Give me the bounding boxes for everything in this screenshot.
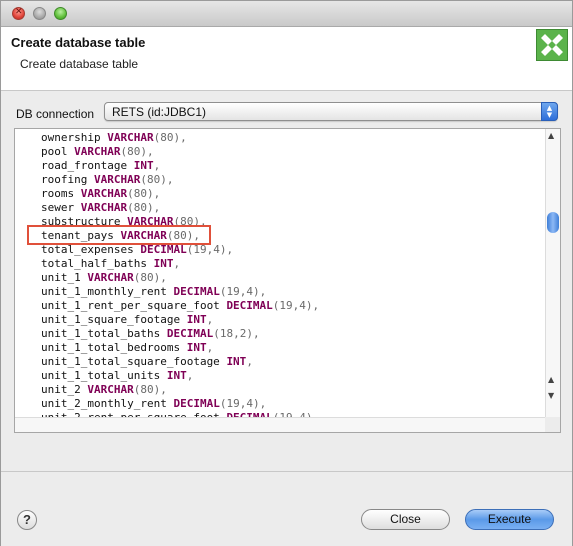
code-line[interactable]: unit_1_total_units INT,: [41, 369, 319, 383]
column-type: DECIMAL: [173, 397, 220, 410]
column-name: unit_1: [41, 271, 81, 284]
column-name: unit_1_monthly_rent: [41, 285, 167, 298]
dialog-header: Create database table Create database ta…: [1, 27, 572, 91]
column-args: (80),: [127, 187, 161, 200]
column-name: unit_2: [41, 383, 81, 396]
code-line[interactable]: pool VARCHAR(80),: [41, 145, 319, 159]
column-type: INT: [186, 313, 207, 326]
code-line[interactable]: unit_1 VARCHAR(80),: [41, 271, 319, 285]
close-button[interactable]: Close: [361, 509, 450, 530]
column-name: unit_1_total_square_footage: [41, 355, 220, 368]
column-type: INT: [153, 257, 174, 270]
code-line[interactable]: unit_1_square_footage INT,: [41, 313, 319, 327]
code-line[interactable]: unit_1_monthly_rent DECIMAL(19,4),: [41, 285, 319, 299]
column-args: (80),: [133, 271, 167, 284]
column-name: unit_1_total_bedrooms: [41, 341, 181, 354]
column-name: roofing: [41, 173, 88, 186]
column-type: DECIMAL: [226, 299, 273, 312]
column-type: INT: [226, 355, 247, 368]
db-connection-value: RETS (id:JDBC1): [112, 105, 207, 119]
column-name: pool: [41, 145, 68, 158]
column-type: DECIMAL: [173, 285, 220, 298]
minimize-window-icon[interactable]: [33, 7, 46, 20]
code-line[interactable]: ownership VARCHAR(80),: [41, 131, 319, 145]
close-window-icon[interactable]: [12, 7, 25, 20]
column-args: ,: [246, 355, 253, 368]
column-args: (19,4),: [219, 285, 267, 298]
vertical-scroll-thumb[interactable]: [547, 212, 559, 233]
column-name: road_frontage: [41, 159, 128, 172]
column-type: INT: [166, 369, 187, 382]
create-table-dialog: Create database table Create database ta…: [0, 0, 573, 546]
column-args: (19,4),: [272, 299, 320, 312]
db-connection-label: DB connection: [16, 107, 95, 121]
code-line[interactable]: unit_1_rent_per_square_foot DECIMAL(19,4…: [41, 299, 319, 313]
code-line[interactable]: total_half_baths INT,: [41, 257, 319, 271]
code-line[interactable]: sewer VARCHAR(80),: [41, 201, 319, 215]
code-line[interactable]: rooms VARCHAR(80),: [41, 187, 319, 201]
scrollbar-corner: [545, 417, 560, 432]
scroll-up-icon[interactable]: ▲: [548, 375, 554, 384]
maximize-window-icon[interactable]: [54, 7, 67, 20]
column-args: (80),: [153, 131, 187, 144]
code-line[interactable]: unit_2_monthly_rent DECIMAL(19,4),: [41, 397, 319, 411]
sql-code[interactable]: ownership VARCHAR(80), pool VARCHAR(80), r…: [41, 131, 319, 425]
code-line[interactable]: unit_1_total_square_footage INT,: [41, 355, 319, 369]
column-type: VARCHAR: [80, 201, 128, 214]
dialog-footer: ? Close Execute: [1, 471, 572, 546]
horizontal-scrollbar[interactable]: [15, 417, 547, 432]
code-line[interactable]: unit_1_total_bedrooms INT,: [41, 341, 319, 355]
column-args: (19,4),: [219, 397, 267, 410]
green-cross-logo-icon: [536, 29, 568, 61]
column-name: total_half_baths: [41, 257, 147, 270]
column-name: unit_2_monthly_rent: [41, 397, 167, 410]
column-type: VARCHAR: [80, 187, 128, 200]
column-name: rooms: [41, 187, 75, 200]
column-args: ,: [153, 159, 161, 172]
column-name: unit_1_square_footage: [41, 313, 181, 326]
code-line[interactable]: roofing VARCHAR(80),: [41, 173, 319, 187]
vertical-scrollbar[interactable]: ▲ ▲ ▼: [545, 129, 560, 419]
column-type: INT: [186, 341, 207, 354]
column-name: ownership: [41, 131, 101, 144]
help-icon[interactable]: ?: [17, 510, 37, 530]
column-args: ,: [173, 257, 181, 270]
scroll-up-icon[interactable]: ▲: [548, 131, 554, 140]
column-type: VARCHAR: [93, 173, 141, 186]
column-type: INT: [133, 159, 154, 172]
column-name: unit_1_total_baths: [41, 327, 161, 340]
dialog-title: Create database table: [11, 35, 146, 50]
column-type: DECIMAL: [166, 327, 214, 340]
code-line[interactable]: total_expenses DECIMAL(19,4),: [41, 243, 319, 257]
column-name: sewer: [41, 201, 75, 214]
code-line[interactable]: unit_1_total_baths DECIMAL(18,2),: [41, 327, 319, 341]
column-args: (18,2),: [213, 327, 260, 340]
execute-button[interactable]: Execute: [465, 509, 554, 530]
dialog-subtitle: Create database table: [20, 57, 139, 71]
sql-editor[interactable]: ownership VARCHAR(80), pool VARCHAR(80), r…: [14, 128, 561, 433]
column-args: (80),: [120, 145, 154, 158]
chevron-up-down-icon: ▲ ▼: [541, 102, 558, 121]
column-type: VARCHAR: [74, 145, 121, 158]
column-args: ,: [206, 313, 214, 326]
highlight-annotation-box: [27, 225, 211, 245]
scroll-down-icon[interactable]: ▼: [548, 391, 554, 400]
column-args: ,: [186, 369, 194, 382]
code-line[interactable]: unit_2 VARCHAR(80),: [41, 383, 319, 397]
column-name: unit_1_total_units: [41, 369, 161, 382]
column-type: VARCHAR: [87, 383, 134, 396]
title-bar[interactable]: [1, 1, 572, 27]
column-args: (80),: [140, 173, 174, 186]
db-connection-select[interactable]: RETS (id:JDBC1) ▲ ▼: [104, 102, 558, 121]
column-type: VARCHAR: [87, 271, 134, 284]
column-args: ,: [206, 341, 214, 354]
column-name: unit_1_rent_per_square_foot: [41, 299, 220, 312]
column-args: (80),: [127, 201, 161, 214]
column-type: VARCHAR: [107, 131, 154, 144]
code-line[interactable]: road_frontage INT,: [41, 159, 319, 173]
column-args: (80),: [133, 383, 167, 396]
